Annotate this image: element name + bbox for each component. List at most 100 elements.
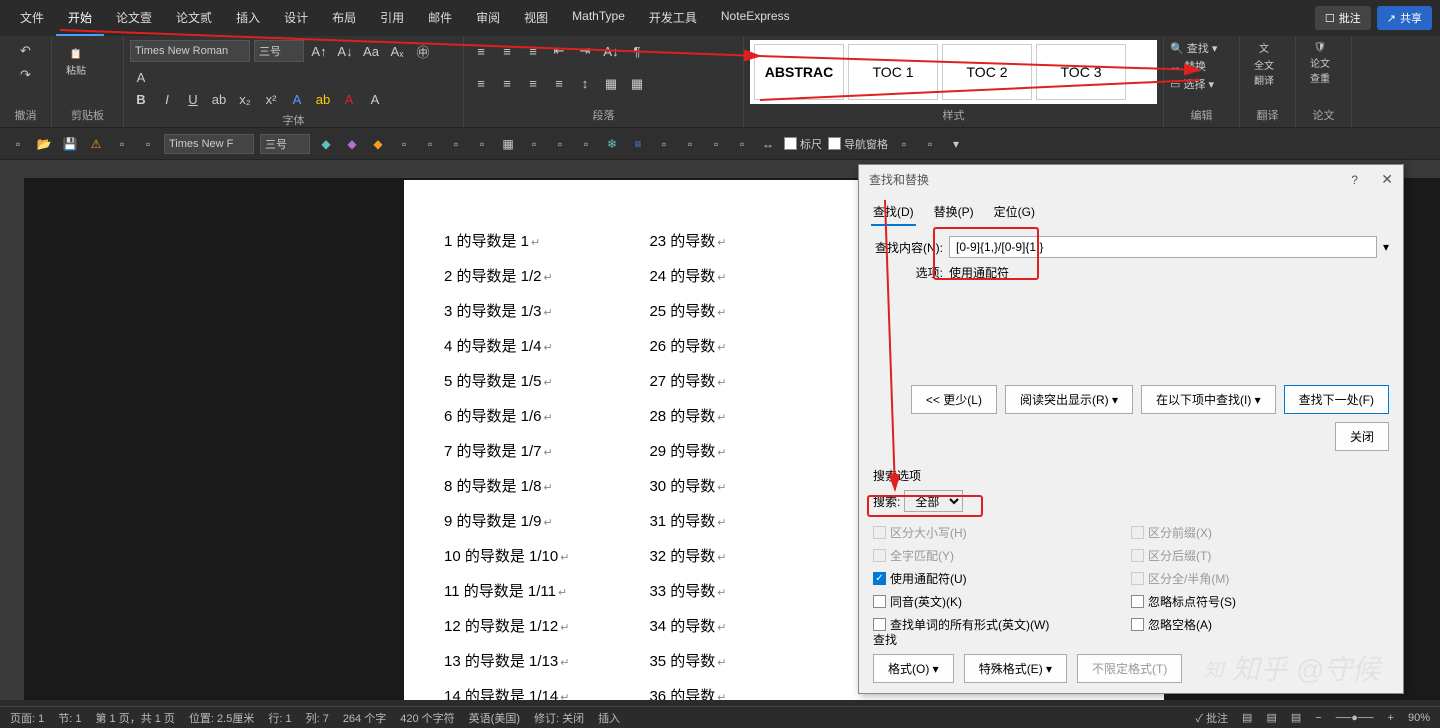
phonetic-button[interactable]: ㊥ xyxy=(412,40,434,62)
menu-tab-3[interactable]: 论文贰 xyxy=(164,1,224,36)
align-center-button[interactable]: ≡ xyxy=(496,73,518,95)
char-shading-button[interactable]: A xyxy=(364,88,386,110)
subscript-button[interactable]: x₂ xyxy=(234,88,256,110)
qat-icon-4[interactable]: ▫ xyxy=(394,134,414,154)
strike-button[interactable]: ab xyxy=(208,88,230,110)
select-button[interactable]: ▭ 选择 ▾ xyxy=(1170,76,1233,92)
grow-font-button[interactable]: A↑ xyxy=(308,40,330,62)
qat-icon-17[interactable]: ▫ xyxy=(732,134,752,154)
qat-icon-12[interactable]: ❄ xyxy=(602,134,622,154)
findin-button[interactable]: 在以下项中查找(I) ▾ xyxy=(1141,385,1276,414)
find-dropdown-icon[interactable]: ▾ xyxy=(1383,240,1389,254)
less-button[interactable]: << 更少(L) xyxy=(911,385,997,414)
menu-tab-12[interactable]: 开发工具 xyxy=(637,1,709,36)
dec-indent-button[interactable]: ⇤ xyxy=(548,40,570,62)
qat-warning-icon[interactable]: ⚠ xyxy=(86,134,106,154)
paste-button[interactable]: 📋粘贴 xyxy=(58,40,94,86)
borders-button[interactable]: ▦ xyxy=(626,73,648,95)
font-color-button[interactable]: A xyxy=(338,88,360,110)
qat-font-name[interactable] xyxy=(164,134,254,154)
view-read-icon[interactable]: ▤ xyxy=(1266,711,1276,724)
qat-navpane-check[interactable]: 导航窗格 xyxy=(828,136,888,152)
share-button[interactable]: ↗ 共享 xyxy=(1377,6,1432,30)
qat-icon-18[interactable]: ↔ xyxy=(758,134,778,154)
qat-icon-1[interactable]: ◆ xyxy=(316,134,336,154)
inc-indent-button[interactable]: ⇥ xyxy=(574,40,596,62)
underline-button[interactable]: U xyxy=(182,88,204,110)
text-effects-button[interactable]: A xyxy=(286,88,308,110)
style-item-0[interactable]: ABSTRAC xyxy=(754,44,844,100)
qat-icon-6[interactable]: ▫ xyxy=(446,134,466,154)
annotate-button[interactable]: ☐ 批注 xyxy=(1315,6,1371,30)
qat-icon-13[interactable]: ≡ xyxy=(628,134,648,154)
menu-tab-2[interactable]: 论文壹 xyxy=(104,1,164,36)
redo-button[interactable]: ↷ xyxy=(15,64,37,86)
status-lang[interactable]: 英语(美国) xyxy=(469,710,520,726)
font-name-select[interactable] xyxy=(130,40,250,62)
zoom-level[interactable]: 90% xyxy=(1408,712,1430,724)
qat-more-icon[interactable]: ▾ xyxy=(946,134,966,154)
font-size-select[interactable] xyxy=(254,40,304,62)
find-button[interactable]: 🔍 查找 ▾ xyxy=(1170,40,1233,56)
qat-icon-16[interactable]: ▫ xyxy=(706,134,726,154)
qat-icon-7[interactable]: ▫ xyxy=(472,134,492,154)
qat-icon-15[interactable]: ▫ xyxy=(680,134,700,154)
menu-tab-8[interactable]: 邮件 xyxy=(416,1,464,36)
qat-icon-11[interactable]: ▫ xyxy=(576,134,596,154)
special-format-button[interactable]: 特殊格式(E) ▾ xyxy=(964,654,1067,683)
highlight-button[interactable]: ab xyxy=(312,88,334,110)
styles-gallery[interactable]: ABSTRACTOC 1TOC 2TOC 3 xyxy=(750,40,1157,104)
qat-open-icon[interactable]: 📂 xyxy=(34,134,54,154)
style-item-2[interactable]: TOC 2 xyxy=(942,44,1032,100)
find-input[interactable] xyxy=(949,236,1377,258)
tab-goto[interactable]: 定位(G) xyxy=(992,199,1037,226)
format-button[interactable]: 格式(O) ▾ xyxy=(873,654,954,683)
menu-tab-7[interactable]: 引用 xyxy=(368,1,416,36)
show-marks-button[interactable]: ¶ xyxy=(626,40,648,62)
menu-tab-4[interactable]: 插入 xyxy=(224,1,272,36)
qat-icon-10[interactable]: ▫ xyxy=(550,134,570,154)
replace-button[interactable]: ↔ 替换 xyxy=(1170,58,1233,74)
qat-icon-5[interactable]: ▫ xyxy=(420,134,440,154)
tab-find[interactable]: 查找(D) xyxy=(871,199,916,226)
option-3[interactable]: 忽略标点符号(S) xyxy=(1131,593,1389,610)
status-pos[interactable]: 位置: 2.5厘米 xyxy=(189,710,254,726)
bullets-button[interactable]: ≡ xyxy=(470,40,492,62)
view-web-icon[interactable]: ▤ xyxy=(1291,711,1301,724)
clear-format-button[interactable]: Aₓ xyxy=(386,40,408,62)
option-3[interactable]: 同音(英文)(K) xyxy=(873,593,1131,610)
shrink-font-button[interactable]: A↓ xyxy=(334,40,356,62)
status-insert[interactable]: 插入 xyxy=(598,710,620,726)
zoom-slider[interactable]: ──●── xyxy=(1336,712,1374,724)
qat-save-icon[interactable]: 💾 xyxy=(60,134,80,154)
zoom-in-button[interactable]: + xyxy=(1388,712,1394,724)
qat-para-icon[interactable]: ▫ xyxy=(138,134,158,154)
menu-tab-11[interactable]: MathType xyxy=(560,1,637,36)
qat-icon-19[interactable]: ▫ xyxy=(894,134,914,154)
thesis-check-button[interactable]: 🛡论文 查重 xyxy=(1302,40,1338,86)
zoom-out-button[interactable]: − xyxy=(1315,712,1321,724)
qat-icon-3[interactable]: ◆ xyxy=(368,134,388,154)
highlight-button[interactable]: 阅读突出显示(R) ▾ xyxy=(1005,385,1133,414)
status-line[interactable]: 行: 1 xyxy=(268,710,291,726)
menu-tab-1[interactable]: 开始 xyxy=(56,1,104,36)
status-page[interactable]: 页面: 1 xyxy=(10,710,44,726)
view-print-icon[interactable]: ▤ xyxy=(1242,711,1252,724)
status-section[interactable]: 节: 1 xyxy=(58,710,81,726)
status-track[interactable]: 修订: 关闭 xyxy=(534,710,584,726)
status-annotate[interactable]: ✓ 批注 xyxy=(1195,710,1228,726)
align-right-button[interactable]: ≡ xyxy=(522,73,544,95)
no-format-button[interactable]: 不限定格式(T) xyxy=(1077,654,1182,683)
qat-icon-2[interactable]: ◆ xyxy=(342,134,362,154)
menu-tab-10[interactable]: 视图 xyxy=(512,1,560,36)
change-case-button[interactable]: Aa xyxy=(360,40,382,62)
multilevel-button[interactable]: ≡ xyxy=(522,40,544,62)
menu-tab-9[interactable]: 审阅 xyxy=(464,1,512,36)
menu-tab-6[interactable]: 布局 xyxy=(320,1,368,36)
qat-new-icon[interactable]: ▫ xyxy=(8,134,28,154)
option-2[interactable]: ✓使用通配符(U) xyxy=(873,570,1131,587)
status-col[interactable]: 列: 7 xyxy=(306,710,329,726)
status-words[interactable]: 264 个字 xyxy=(343,710,386,726)
status-chars[interactable]: 420 个字符 xyxy=(400,710,454,726)
qat-icon-9[interactable]: ▫ xyxy=(524,134,544,154)
